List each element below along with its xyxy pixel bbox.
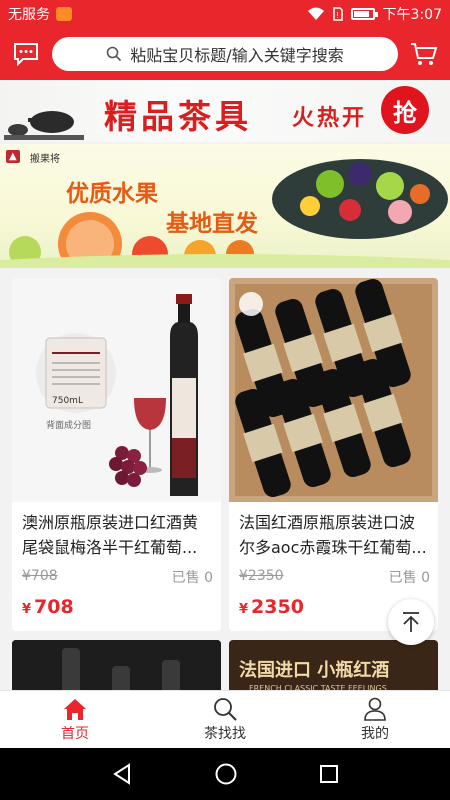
tea-set-banner[interactable]: 精品茶具 火热开 抢 <box>0 80 450 142</box>
price-value: 2350 <box>251 596 304 618</box>
sold-count: 已售 0 <box>388 570 430 586</box>
teapot-image <box>4 111 84 140</box>
original-price: ¥708 <box>22 568 58 584</box>
brand-name: 搬果将 <box>30 154 60 165</box>
back-icon[interactable] <box>111 763 133 785</box>
sold-count: 已售 0 <box>171 570 213 586</box>
banner-line-1: 优质水果 <box>66 181 158 207</box>
nav-profile[interactable]: 我的 <box>300 691 450 748</box>
label-text: 750mL <box>52 396 83 406</box>
price-value: 708 <box>34 596 74 618</box>
product-price: ¥2350 <box>239 596 304 618</box>
partial-card-title: 法国进口 小瓶红酒 <box>239 660 390 681</box>
product-name: 法国红酒原瓶原装进口波尔多aoc赤霞珠干红葡萄... <box>239 513 427 557</box>
wifi-icon <box>307 7 324 20</box>
recents-icon[interactable] <box>319 764 339 784</box>
user-icon <box>364 697 386 721</box>
svg-text:!: ! <box>336 11 339 20</box>
product-price: ¥708 <box>22 596 74 618</box>
cart-icon[interactable] <box>408 38 440 70</box>
product-image <box>229 278 438 502</box>
app-header: 粘贴宝贝标题/输入关键字搜索 <box>0 28 450 80</box>
banner-subtitle: 火热开 <box>292 105 368 131</box>
banner-title: 精品茶具 <box>104 97 252 136</box>
nav-tea-finder[interactable]: 茶找找 <box>150 691 300 748</box>
nav-label: 茶找找 <box>204 725 246 742</box>
arrow-up-icon <box>403 612 419 632</box>
product-image: 750mL 背面成分图 <box>12 278 221 502</box>
nav-label: 首页 <box>61 725 89 742</box>
home-icon <box>64 698 86 720</box>
product-name: 澳洲原瓶原装进口红酒黄尾袋鼠梅洛半干红葡萄... <box>22 513 199 557</box>
carrier-text: 无服务 <box>8 7 50 23</box>
system-nav-bar <box>0 748 450 800</box>
home-button-icon[interactable] <box>214 762 238 786</box>
grab-badge: 抢 <box>381 86 429 134</box>
product-card[interactable]: 750mL 背面成分图 澳洲原瓶原装进口红酒黄尾袋鼠梅洛半干红葡萄... ¥70… <box>12 278 221 631</box>
nav-home[interactable]: 首页 <box>0 691 150 748</box>
status-bar: 无服务 ! 下午3:07 <box>0 0 450 28</box>
brand-logo: ▲ <box>6 150 20 163</box>
banner-line-2: 基地直发 <box>166 211 258 237</box>
bottom-nav: 首页 茶找找 我的 <box>0 690 450 748</box>
original-price: ¥2350 <box>239 568 284 584</box>
search-icon <box>214 697 237 721</box>
message-icon[interactable] <box>10 38 42 70</box>
search-placeholder: 粘贴宝贝标题/输入关键字搜索 <box>130 46 344 65</box>
currency-symbol: ¥ <box>239 602 249 617</box>
clock-text: 下午3:07 <box>382 7 442 23</box>
currency-symbol: ¥ <box>22 602 32 617</box>
search-icon <box>106 46 122 62</box>
nav-label: 我的 <box>361 725 389 742</box>
product-card[interactable]: 法国红酒原瓶原装进口波尔多aoc赤霞珠干红葡萄... ¥2350 已售 0 ¥2… <box>229 278 438 631</box>
image-caption: 背面成分图 <box>46 421 92 431</box>
back-to-top-button[interactable] <box>388 599 434 645</box>
sim-icon: ! <box>332 7 343 21</box>
search-input[interactable]: 粘贴宝贝标题/输入关键字搜索 <box>52 37 398 71</box>
battery-icon <box>350 8 378 20</box>
fruit-banner[interactable]: ▲ 搬果将 优质水果 基地直发 <box>0 144 450 268</box>
notification-icon <box>56 7 72 21</box>
